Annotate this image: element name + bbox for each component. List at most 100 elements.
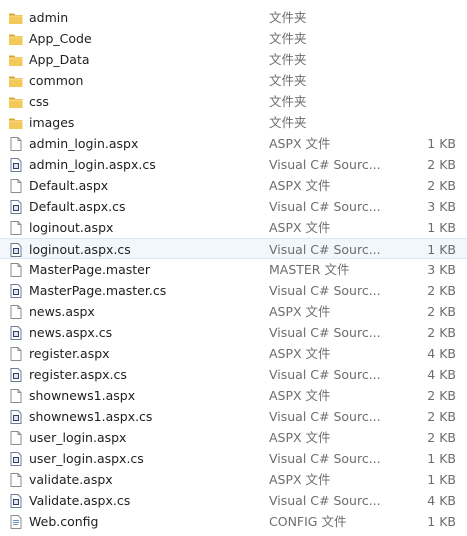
file-size: 1 KB [427,220,456,235]
file-size: 2 KB [427,409,456,424]
csharp-source-icon [8,199,24,215]
file-name: loginout.aspx [29,220,114,235]
file-size: 4 KB [427,493,456,508]
file-type: Visual C# Sourc... [269,451,381,466]
file-name: register.aspx.cs [29,367,127,382]
file-name: news.aspx.cs [29,325,113,340]
file-size: 1 KB [427,451,456,466]
file-row[interactable]: admin_login.aspx.cs Visual C# Sourc... 2 K… [0,154,467,175]
file-row[interactable]: Default.aspx.cs Visual C# Sourc... 3 KB [0,196,467,217]
file-name: user_login.aspx.cs [29,451,144,466]
csharp-source-icon [8,283,24,299]
file-row[interactable]: Validate.aspx.cs Visual C# Sourc... 4 KB [0,490,467,511]
csharp-source-icon [8,242,24,258]
file-row[interactable]: user_login.aspx ASPX 文件 2 KB [0,427,467,448]
csharp-source-icon [8,451,24,467]
file-name: App_Data [29,52,90,67]
file-type: ASPX 文件 [269,136,331,151]
document-icon [8,178,24,194]
file-name: admin_login.aspx.cs [29,157,156,172]
file-type: Visual C# Sourc... [269,409,381,424]
document-icon [8,346,24,362]
folder-row[interactable]: css 文件夹 [0,91,467,112]
file-size: 4 KB [427,346,456,361]
file-name: Default.aspx.cs [29,199,126,214]
folder-row[interactable]: common 文件夹 [0,70,467,91]
folder-row[interactable]: App_Code 文件夹 [0,28,467,49]
file-row[interactable]: validate.aspx ASPX 文件 1 KB [0,469,467,490]
file-size: 2 KB [427,388,456,403]
folder-icon [8,10,24,26]
file-name: common [29,73,84,88]
folder-row[interactable]: images 文件夹 [0,112,467,133]
file-type: Visual C# Sourc... [269,157,381,172]
folder-icon [8,94,24,110]
file-row[interactable]: Web.config CONFIG 文件 1 KB [0,511,467,532]
file-row[interactable]: news.aspx ASPX 文件 2 KB [0,301,467,322]
file-row[interactable]: shownews1.aspx ASPX 文件 2 KB [0,385,467,406]
file-type: Visual C# Sourc... [269,367,381,382]
file-size: 2 KB [427,157,456,172]
folder-icon [8,31,24,47]
file-row[interactable]: Default.aspx ASPX 文件 2 KB [0,175,467,196]
folder-icon [8,115,24,131]
file-list: admin 文件夹 App_Code 文件夹 App_Data 文件夹 common 文件夹 c… [0,0,467,532]
csharp-source-icon [8,325,24,341]
file-name: validate.aspx [29,472,113,487]
file-type: ASPX 文件 [269,220,331,235]
file-type: 文件夹 [269,52,307,67]
file-row[interactable]: register.aspx.cs Visual C# Sourc... 4 KB [0,364,467,385]
file-size: 1 KB [427,514,456,529]
document-icon [8,262,24,278]
config-file-icon [8,514,24,530]
file-row[interactable]: loginout.aspx ASPX 文件 1 KB [0,217,467,238]
file-row[interactable]: user_login.aspx.cs Visual C# Sourc... 1 KB [0,448,467,469]
folder-row[interactable]: App_Data 文件夹 [0,49,467,70]
file-name: Web.config [29,514,99,529]
file-type: Visual C# Sourc... [269,325,381,340]
file-row[interactable]: shownews1.aspx.cs Visual C# Sourc... 2 KB [0,406,467,427]
folder-icon [8,73,24,89]
file-name: shownews1.aspx.cs [29,409,153,424]
file-row[interactable]: MasterPage.master MASTER 文件 3 KB [0,259,467,280]
file-type: 文件夹 [269,10,307,25]
document-icon [8,388,24,404]
file-size: 3 KB [427,262,456,277]
file-name: shownews1.aspx [29,388,136,403]
file-row[interactable]: register.aspx ASPX 文件 4 KB [0,343,467,364]
file-type: 文件夹 [269,31,307,46]
file-size: 2 KB [427,304,456,319]
file-type: ASPX 文件 [269,304,331,319]
folder-row[interactable]: admin 文件夹 [0,7,467,28]
file-row[interactable]: MasterPage.master.cs Visual C# Sourc... 2 … [0,280,467,301]
document-icon [8,220,24,236]
csharp-source-icon [8,157,24,173]
file-size: 2 KB [427,283,456,298]
file-type: ASPX 文件 [269,472,331,487]
file-name: news.aspx [29,304,95,319]
file-type: ASPX 文件 [269,388,331,403]
document-icon [8,430,24,446]
document-icon [8,472,24,488]
file-type: ASPX 文件 [269,346,331,361]
file-size: 4 KB [427,367,456,382]
file-name: MasterPage.master.cs [29,283,167,298]
file-name: user_login.aspx [29,430,127,445]
file-name: images [29,115,75,130]
file-size: 2 KB [427,178,456,193]
csharp-source-icon [8,409,24,425]
file-type: MASTER 文件 [269,262,350,277]
file-name: Default.aspx [29,178,109,193]
folder-icon [8,52,24,68]
csharp-source-icon [8,367,24,383]
file-name: loginout.aspx.cs [29,242,131,257]
file-row[interactable]: admin_login.aspx ASPX 文件 1 KB [0,133,467,154]
document-icon [8,136,24,152]
file-size: 2 KB [427,325,456,340]
file-row[interactable]: loginout.aspx.cs Visual C# Sourc... 1 KB [0,238,467,259]
document-icon [8,304,24,320]
file-type: 文件夹 [269,94,307,109]
file-size: 1 KB [427,136,456,151]
file-row[interactable]: news.aspx.cs Visual C# Sourc... 2 KB [0,322,467,343]
file-type: Visual C# Sourc... [269,199,381,214]
